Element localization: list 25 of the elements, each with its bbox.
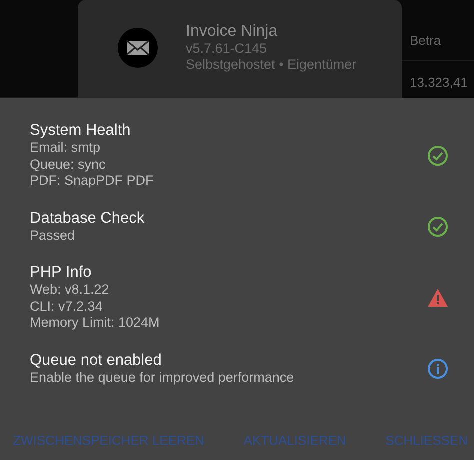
table-cell-text: 13.323,41 [410, 75, 469, 90]
check-detail: Passed [30, 228, 76, 244]
dialog-button[interactable]: AKTUALISIEREN [244, 429, 346, 452]
column-header: Betra [410, 33, 442, 48]
dialog-button[interactable]: SCHLIESSEN [386, 429, 468, 452]
check-detail: CLI: v7.2.34 [30, 298, 104, 315]
warning-icon [427, 288, 449, 308]
check-circle-icon [427, 216, 449, 238]
app-version: v5.7.61-C145 [186, 41, 268, 57]
envelope-logo-icon [118, 28, 158, 68]
check-detail: Enable the queue for improved performance [30, 370, 294, 386]
app-name: Invoice Ninja [186, 23, 279, 41]
check-detail: Web: v8.1.22 [30, 282, 110, 298]
check-detail: PDF: SnapPDF PDF [30, 173, 154, 190]
account-role: Selbstgehostet • Eigentümer [186, 57, 357, 73]
check-title: System Health [30, 122, 132, 140]
check-title: Database Check [30, 210, 145, 228]
info-icon [427, 358, 449, 380]
dialog-button[interactable]: ZWISCHENSPEICHER LEEREN [13, 429, 204, 452]
check-title: Queue not enabled [30, 352, 163, 370]
check-detail: Memory Limit: 1024M [30, 315, 160, 332]
check-circle-icon [427, 144, 449, 167]
check-detail: Queue: sync [30, 156, 107, 173]
check-title: PHP Info [30, 264, 93, 282]
check-detail: Email: smtp [30, 140, 102, 156]
